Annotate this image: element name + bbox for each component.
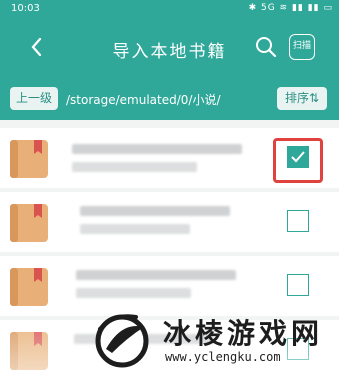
sort-button[interactable]: 排序⇅ (277, 87, 327, 110)
status-time: 10:03 (11, 3, 40, 14)
book-icon (10, 204, 48, 242)
watermark-url: www.yclengku.com (165, 350, 281, 364)
status-bar: 10:03 ✱ 5G ≋ ▮▮ ▮▮ ▭ (0, 0, 339, 22)
file-name-redacted (80, 206, 230, 216)
scan-button[interactable]: 扫描 (289, 34, 315, 60)
search-icon (256, 37, 277, 58)
search-button[interactable] (254, 35, 278, 59)
selection-highlight (273, 138, 323, 183)
current-path: /storage/emulated/0/小说/ (66, 93, 221, 107)
up-level-button[interactable]: 上一级 (10, 87, 58, 110)
file-checkbox[interactable] (287, 274, 309, 296)
watermark-logo (95, 314, 149, 368)
watermark: 冰棱游戏网 www.yclengku.com (0, 306, 339, 373)
file-name-redacted (76, 270, 236, 280)
file-name-redacted (72, 144, 242, 154)
status-icons: ✱ 5G ≋ ▮▮ ▮▮ ▭ (248, 3, 333, 13)
path-bar: 上一级 /storage/emulated/0/小说/ 排序⇅ (0, 84, 339, 114)
app-header: 10:03 ✱ 5G ≋ ▮▮ ▮▮ ▭ 导入本地书籍 扫描 上一级 /stor… (0, 0, 339, 120)
file-info-redacted (72, 162, 197, 172)
list-item[interactable] (0, 192, 339, 252)
file-info-redacted (80, 224, 190, 234)
watermark-name: 冰棱游戏网 (163, 317, 324, 350)
file-info-redacted (76, 288, 191, 298)
book-icon (10, 268, 48, 306)
title-bar: 导入本地书籍 扫描 (0, 28, 339, 68)
file-checkbox[interactable] (287, 210, 309, 232)
book-icon (10, 140, 48, 178)
